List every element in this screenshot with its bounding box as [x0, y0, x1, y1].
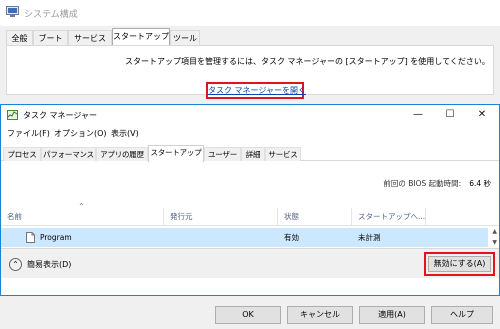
tab-performance[interactable]: パフォーマンス — [41, 147, 96, 161]
row-impact: 未計測 — [358, 233, 381, 242]
system-config-icon — [6, 6, 19, 17]
bios-time: 前回の BIOS 起動時間: 6.4 秒 — [383, 178, 491, 189]
tab-general[interactable]: 全般 — [6, 30, 33, 46]
bios-time-value: 6.4 秒 — [469, 179, 491, 188]
tab-tools[interactable]: ツール — [170, 30, 200, 46]
fewer-details-label: 簡易表示(D) — [27, 260, 72, 269]
minimize-button[interactable]: — — [403, 107, 433, 123]
tab-boot[interactable]: ブート — [33, 30, 68, 46]
tab-processes[interactable]: プロセス — [3, 147, 41, 161]
table-row[interactable]: Program 有効 未計測 — [1, 228, 488, 247]
column-status[interactable]: 状態 — [278, 208, 352, 226]
tab-details[interactable]: 詳細 — [241, 147, 265, 161]
open-task-manager-link[interactable]: タスク マネージャーを開く — [206, 82, 306, 99]
task-manager-title: タスク マネージャー — [23, 111, 97, 120]
table-header: 名前 発行元 状態 スタートアップへ... — [1, 208, 499, 226]
system-config-title: システム構成 — [24, 10, 78, 20]
tab-users[interactable]: ユーザー — [204, 147, 241, 161]
startup-message: スタートアップ項目を管理するには、タスク マネージャーの [スタートアップ] を… — [125, 57, 490, 66]
scroll-down-icon[interactable]: ▼ — [492, 239, 497, 246]
row-status: 有効 — [284, 233, 299, 242]
file-icon — [26, 232, 35, 243]
ok-button[interactable]: OK — [215, 306, 281, 324]
menu-file[interactable]: ファイル(F) — [7, 127, 50, 141]
apply-button[interactable]: 適用(A) — [359, 306, 425, 324]
cancel-button[interactable]: キャンセル — [287, 306, 353, 324]
task-manager-bottom-bar: ⌃ 簡易表示(D) 無効にする(A) — [1, 248, 499, 278]
startup-panel: スタートアップ項目を管理するには、タスク マネージャーの [スタートアップ] を… — [6, 45, 494, 99]
task-manager-icon — [7, 110, 18, 120]
system-config-titlebar: システム構成 — [0, 0, 500, 26]
column-publisher[interactable]: 発行元 — [164, 208, 278, 226]
maximize-button[interactable]: ☐ — [435, 107, 465, 123]
chevron-up-icon: ⌃ — [9, 258, 22, 271]
task-manager-titlebar: タスク マネージャー — ☐ ✕ — [1, 105, 499, 125]
disable-highlight: 無効にする(A) — [424, 252, 495, 276]
help-button[interactable]: ヘルプ — [431, 306, 493, 324]
column-startup-impact[interactable]: スタートアップへ... — [352, 208, 426, 226]
close-button[interactable]: ✕ — [467, 107, 497, 123]
column-name[interactable]: 名前 — [1, 208, 164, 226]
tab-services[interactable]: サービス — [68, 30, 112, 46]
task-manager-window: タスク マネージャー — ☐ ✕ ファイル(F) オプション(O) 表示(V) … — [0, 104, 500, 296]
menu-view[interactable]: 表示(V) — [111, 127, 139, 141]
menu-options[interactable]: オプション(O) — [54, 127, 107, 141]
tab-startup-tm[interactable]: スタートアップ — [148, 145, 204, 162]
fewer-details-button[interactable]: ⌃ 簡易表示(D) — [9, 258, 71, 271]
disable-button[interactable]: 無効にする(A) — [428, 256, 491, 272]
row-name: Program — [40, 233, 72, 242]
task-manager-tabs: プロセス パフォーマンス アプリの履歴 スタートアップ ユーザー 詳細 サービス — [1, 145, 499, 162]
tab-app-history[interactable]: アプリの履歴 — [96, 147, 148, 161]
scroll-up-icon[interactable]: ▲ — [492, 228, 497, 235]
tab-services-tm[interactable]: サービス — [265, 147, 301, 161]
bios-time-label: 前回の BIOS 起動時間: — [383, 179, 462, 188]
